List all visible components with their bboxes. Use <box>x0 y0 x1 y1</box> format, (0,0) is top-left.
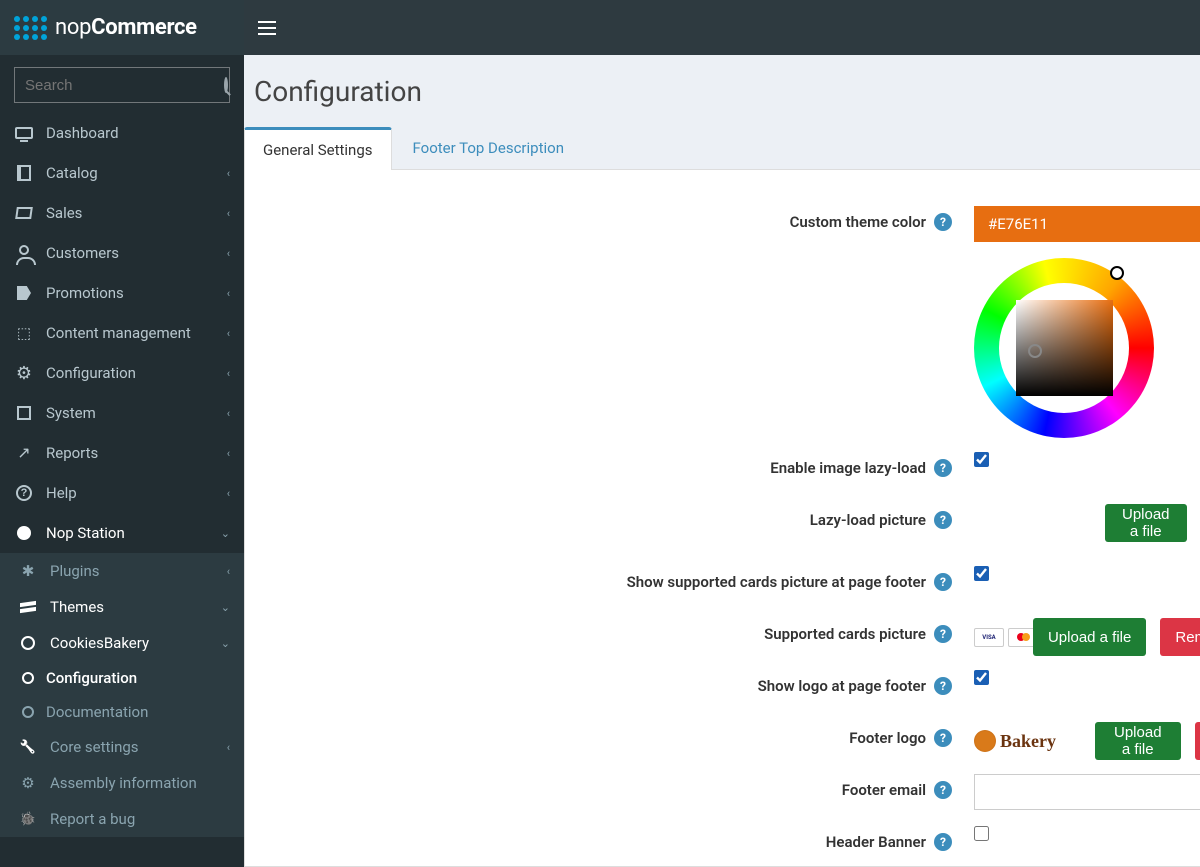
footer-logo-preview: Bakery <box>974 726 1056 756</box>
main: Configuration General Settings Footer To… <box>244 0 1200 867</box>
nav-report-a-bug[interactable]: Report a bug <box>0 801 244 837</box>
chevron-left-icon: ‹ <box>227 207 230 220</box>
chevron-left-icon: ‹ <box>227 287 230 300</box>
nav-core-settings[interactable]: Core settings‹ <box>0 729 244 765</box>
page-title: Configuration <box>244 55 1200 126</box>
nav-nop-station[interactable]: Nop Station⌄ <box>0 513 244 553</box>
puzzle-icon <box>18 561 38 581</box>
nav-catalog[interactable]: Catalog‹ <box>0 153 244 193</box>
label-footer-logo: Footer logo <box>849 729 926 747</box>
hue-handle[interactable] <box>1110 266 1124 280</box>
nav-reports[interactable]: Reports‹ <box>0 433 244 473</box>
wrench-icon <box>18 737 38 757</box>
hint-icon[interactable]: ? <box>934 729 952 747</box>
circle-icon <box>22 672 34 684</box>
nav-dashboard[interactable]: Dashboard <box>0 113 244 153</box>
label-show-cards: Show supported cards picture at page foo… <box>627 573 926 591</box>
circle-icon <box>22 706 34 718</box>
show-logo-footer-checkbox[interactable] <box>974 670 989 685</box>
show-cards-checkbox[interactable] <box>974 566 989 581</box>
chevron-down-icon: ⌄ <box>221 527 230 540</box>
upload-button[interactable]: Upload a file <box>1033 618 1146 656</box>
layers-icon <box>20 602 36 612</box>
brand-text: nopCommerce <box>55 15 197 40</box>
sidebar-nav: Dashboard Catalog‹ Sales‹ Customers‹ Pro… <box>0 113 244 837</box>
nav-themes[interactable]: Themes⌄ <box>0 589 244 625</box>
nav-configuration[interactable]: ⚙Configuration‹ <box>0 353 244 393</box>
nav-help[interactable]: ?Help‹ <box>0 473 244 513</box>
chevron-left-icon: ‹ <box>227 327 230 340</box>
cog-icon: ⚙ <box>14 363 34 383</box>
nav-sales[interactable]: Sales‹ <box>0 193 244 233</box>
label-lazy-load-picture: Lazy-load picture <box>810 511 926 529</box>
hint-icon[interactable]: ? <box>934 677 952 695</box>
nav-plugins[interactable]: Plugins‹ <box>0 553 244 589</box>
brand[interactable]: nopCommerce <box>0 0 244 55</box>
sidebar-search[interactable] <box>14 67 230 103</box>
chevron-left-icon: ‹ <box>227 447 230 460</box>
bug-icon <box>18 809 38 829</box>
tab-general-settings[interactable]: General Settings <box>244 127 392 170</box>
label-enable-lazy-load: Enable image lazy-load <box>770 459 926 477</box>
label-footer-email: Footer email <box>842 781 926 799</box>
cubes-icon: ⬚ <box>14 323 34 343</box>
saturation-handle[interactable] <box>1028 344 1042 358</box>
hint-icon[interactable]: ? <box>934 781 952 799</box>
chevron-left-icon: ‹ <box>227 167 230 180</box>
hint-icon[interactable]: ? <box>934 213 952 231</box>
label-supported-cards-picture: Supported cards picture <box>764 625 926 643</box>
hint-icon[interactable]: ? <box>934 459 952 477</box>
upload-button[interactable]: Upload a file <box>1105 504 1187 542</box>
search-input[interactable] <box>25 77 224 94</box>
tabs: General Settings Footer Top Description <box>244 126 1200 169</box>
label-show-logo-footer: Show logo at page footer <box>758 677 926 695</box>
label-header-banner: Header Banner <box>826 833 926 851</box>
chevron-down-icon: ⌄ <box>221 601 230 614</box>
chevron-left-icon: ‹ <box>227 407 230 420</box>
upload-button[interactable]: Upload a file <box>1095 722 1181 760</box>
chevron-down-icon: ⌄ <box>221 637 230 650</box>
chart-icon <box>14 443 34 463</box>
tab-footer-top-description[interactable]: Footer Top Description <box>394 127 583 170</box>
label-custom-theme-color: Custom theme color <box>790 213 926 231</box>
footer-email-input[interactable] <box>974 774 1200 810</box>
topbar <box>244 0 1200 55</box>
hint-icon[interactable]: ? <box>934 625 952 643</box>
nav-content-management[interactable]: ⬚Content management‹ <box>0 313 244 353</box>
gear-icon <box>18 773 38 793</box>
chevron-left-icon: ‹ <box>227 565 230 578</box>
nav-cookiesbakery-documentation[interactable]: Documentation <box>0 695 244 729</box>
color-wheel[interactable] <box>974 258 1154 438</box>
hint-icon[interactable]: ? <box>934 573 952 591</box>
nav-promotions[interactable]: Promotions‹ <box>0 273 244 313</box>
nop-station-icon <box>17 526 31 540</box>
chevron-left-icon: ‹ <box>227 367 230 380</box>
hamburger-button[interactable] <box>258 21 276 35</box>
hint-icon[interactable]: ? <box>934 511 952 529</box>
nav-cookiesbakery-configuration[interactable]: Configuration <box>0 661 244 695</box>
nav-assembly-information[interactable]: Assembly information <box>0 765 244 801</box>
chevron-left-icon: ‹ <box>227 247 230 260</box>
remove-picture-button[interactable]: Remove picture <box>1195 722 1200 760</box>
enable-lazy-load-checkbox[interactable] <box>974 452 989 467</box>
chevron-left-icon: ‹ <box>227 487 230 500</box>
hint-icon[interactable]: ? <box>934 833 952 851</box>
remove-picture-button[interactable]: Remove picture <box>1160 618 1200 656</box>
brand-logo-icon <box>14 16 47 40</box>
custom-theme-color-input[interactable]: #E76E11 <box>974 206 1200 242</box>
sidebar: nopCommerce Dashboard Catalog‹ Sales‹ Cu… <box>0 0 244 867</box>
settings-panel: Custom theme color? #E76E11 <box>244 169 1200 867</box>
nav-customers[interactable]: Customers‹ <box>0 233 244 273</box>
search-icon <box>224 77 228 93</box>
circle-icon <box>21 636 35 650</box>
nav-system[interactable]: System‹ <box>0 393 244 433</box>
header-banner-checkbox[interactable] <box>974 826 989 841</box>
card-visa: VISA <box>974 628 1004 647</box>
nav-cookiesbakery[interactable]: CookiesBakery⌄ <box>0 625 244 661</box>
chevron-left-icon: ‹ <box>227 741 230 754</box>
